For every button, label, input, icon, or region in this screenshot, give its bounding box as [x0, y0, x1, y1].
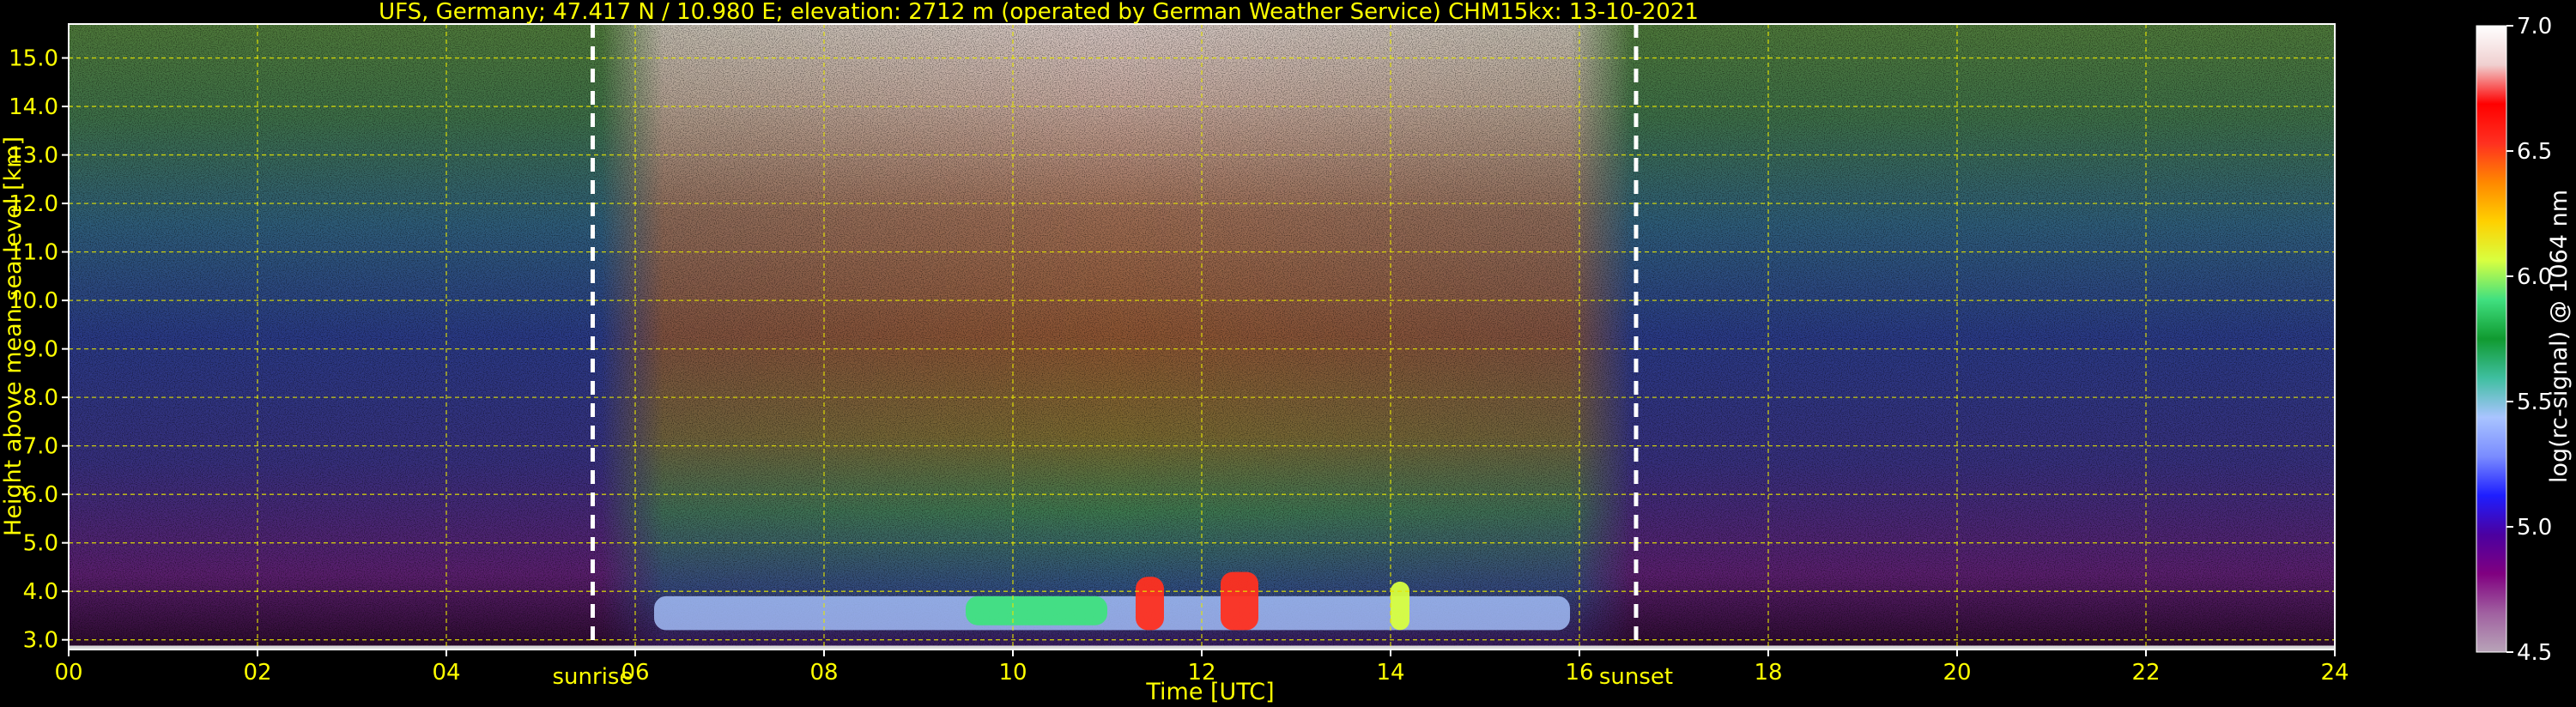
cloud-layer — [1136, 577, 1164, 631]
x-tick-label: 04 — [432, 660, 460, 686]
x-tick-label: 10 — [998, 660, 1027, 686]
event-label-sunset: sunset — [1599, 664, 1673, 690]
y-tick-label: 5.0 — [23, 531, 58, 557]
x-axis-label: Time [UTC] — [1145, 679, 1274, 705]
colorbar-tick-label: 5.0 — [2517, 515, 2552, 541]
cloud-layer — [1391, 581, 1409, 631]
event-labels: sunrise sunset — [553, 664, 1674, 690]
plot-area — [69, 24, 2335, 650]
x-tick-label: 16 — [1565, 660, 1593, 686]
y-tick-label: 7.0 — [23, 434, 58, 460]
y-tick-label: 8.0 — [23, 385, 58, 411]
x-tick-label: 22 — [2131, 660, 2160, 686]
x-tick-label: 18 — [1754, 660, 1782, 686]
y-tick-label: 9.0 — [23, 337, 58, 363]
y-tick-label: 3.0 — [23, 628, 58, 654]
y-tick-label: 4.0 — [23, 579, 58, 605]
x-tick-label: 00 — [54, 660, 82, 686]
colorbar-tick-label: 4.5 — [2517, 640, 2552, 666]
x-tick-label: 08 — [809, 660, 838, 686]
colorbar-tick-label: 6.5 — [2517, 139, 2552, 165]
y-axis-label: Height above mean sea level [km] — [0, 136, 27, 536]
x-tick-label: 20 — [1943, 660, 1971, 686]
chart-title: UFS, Germany; 47.417 N / 10.980 E; eleva… — [379, 0, 1699, 25]
cloud-layer — [654, 595, 1570, 631]
cloud-layer — [966, 595, 1107, 625]
colorbar-tick-label: 7.0 — [2517, 14, 2552, 39]
colorbar-scale — [2476, 25, 2507, 653]
y-tick-label: 6.0 — [23, 482, 58, 508]
event-label-sunrise: sunrise — [553, 664, 633, 690]
y-tick-label: 14.0 — [9, 94, 58, 120]
colorbar-label: log(rc-signal) @ 1064 nm — [2546, 190, 2573, 483]
cloud-layer — [1221, 571, 1258, 631]
ceilometer-chart: 00 02 04 06 08 10 12 14 16 18 20 22 24 3.04.05.06.07… — [0, 0, 2573, 705]
colorbar: 4.55.05.56.06.57.0 log(rc-signal) @ 1064… — [2476, 14, 2573, 666]
x-tick-label: 02 — [243, 660, 271, 686]
x-tick-label: 24 — [2320, 660, 2349, 686]
x-tick-label: 14 — [1376, 660, 1404, 686]
y-tick-label: 15.0 — [9, 46, 58, 72]
